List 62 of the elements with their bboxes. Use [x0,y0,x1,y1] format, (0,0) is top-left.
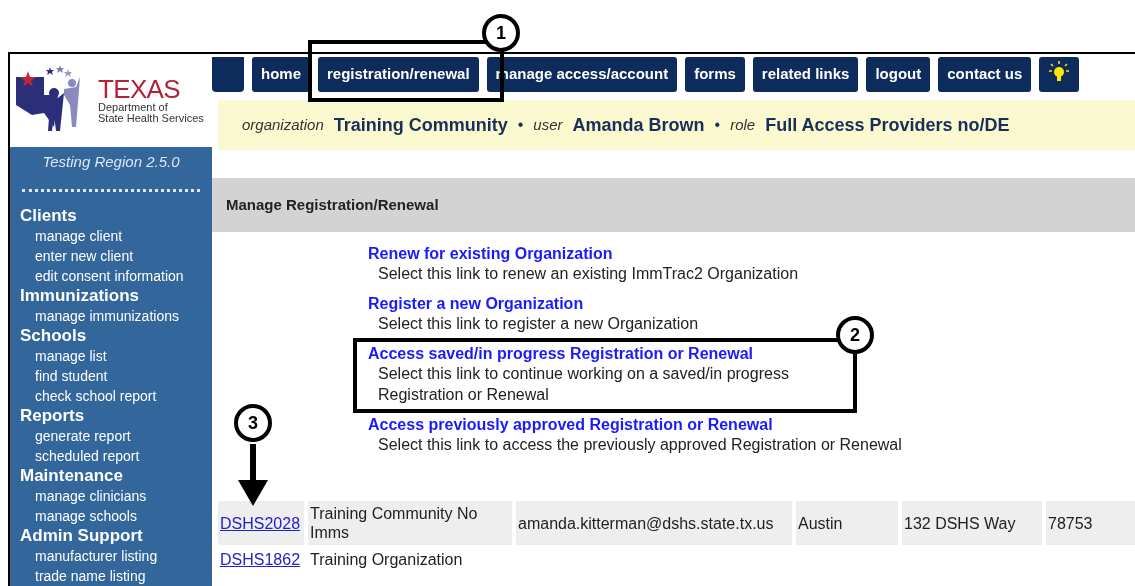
sidebar-link[interactable]: enter new client [20,246,212,266]
session-value: Full Access Providers no/DE [765,113,1010,137]
option-description: Select this link to renew an existing ImmTrac2 Organization [378,264,799,284]
sidebar-heading[interactable]: Schools [20,326,212,346]
table-cell: Training Community No Imms [308,501,512,545]
table-cell-text: Training Organization [309,550,464,570]
logo-title: TEXAS [98,76,181,103]
sidebar-link[interactable]: manage schools [20,506,212,526]
region-label: Testing Region 2.5.0 [41,151,181,172]
nav-tab[interactable]: registration/renewal [318,57,479,92]
option-description: Select this link to register a new Organization [378,314,699,334]
sidebar-link[interactable]: manage clinicians [20,486,212,506]
org-id-link[interactable]: DSHS1862 [218,547,304,572]
nav-tab[interactable]: forms [685,57,745,92]
session-label: user [533,114,563,135]
sidebar-link[interactable]: manage list [20,346,212,366]
sidebar-link[interactable]: generate report [20,426,212,446]
separator: • [517,115,524,135]
logo-subtitle: State Health Services [98,113,204,125]
sidebar-heading[interactable]: Immunizations [20,286,212,306]
logo-subtitle: Department of [98,102,168,114]
option-link[interactable]: Access previously approved Registration or Renewal [368,415,773,434]
nav-tab-blank [212,57,244,92]
lightbulb-icon [1049,61,1070,83]
sidebar-heading[interactable]: Maintenance [20,466,212,486]
session-value: Amanda Brown [572,113,705,137]
session-label: organization [242,114,324,135]
sidebar-link[interactable]: edit consent information [20,266,212,286]
option-link[interactable]: Register a new Organization [368,294,584,313]
option-description: Registration or Renewal [378,385,549,405]
nav-tab[interactable]: logout [866,57,931,92]
sidebar-heading[interactable]: Admin Support [20,526,212,546]
callout-number: 3 [234,404,272,442]
callout-number: 1 [482,14,520,52]
option-link[interactable]: Renew for existing Organization [368,244,613,263]
panel-title: Manage Registration/Renewal [226,194,439,215]
separator: • [714,115,721,135]
session-value: Training Community [333,113,508,137]
table-cell: 132 DSHS Way [902,501,1042,545]
session-label: role [730,114,756,135]
sidebar-link[interactable]: find student [20,366,212,386]
bulb-button[interactable] [1039,57,1080,92]
nav-tab[interactable]: related links [752,57,859,92]
nav-tab[interactable]: home [252,57,310,92]
nav-tab[interactable]: contact us [938,57,1032,92]
table-cell: amanda.kitterman@dshs.state.tx.us [516,501,792,545]
sidebar-link[interactable]: manage client [20,226,212,246]
sidebar-link[interactable]: trade name listing [20,566,212,586]
option-link[interactable]: Access saved/in progress Registration or Renewal [368,344,754,363]
sidebar-link[interactable]: scheduled report [20,446,212,466]
sidebar-link[interactable]: manage immunizations [20,306,212,326]
sidebar-heading[interactable]: Reports [20,406,212,426]
table-cell: Austin [796,501,898,545]
down-arrow [238,444,268,506]
sidebar-link[interactable]: check school report [20,386,212,406]
sidebar-link[interactable]: manufacturer listing [20,546,212,566]
option-description: Select this link to continue working on a saved/in progress [378,364,789,384]
option-description: Select this link to access the previously approved Registration or Renewal [378,435,902,455]
table-cell: 78753 [1046,501,1135,545]
callout-number: 2 [836,316,874,354]
sidebar-heading[interactable]: Clients [20,206,212,226]
org-id-link[interactable]: DSHS2028 [218,501,304,545]
